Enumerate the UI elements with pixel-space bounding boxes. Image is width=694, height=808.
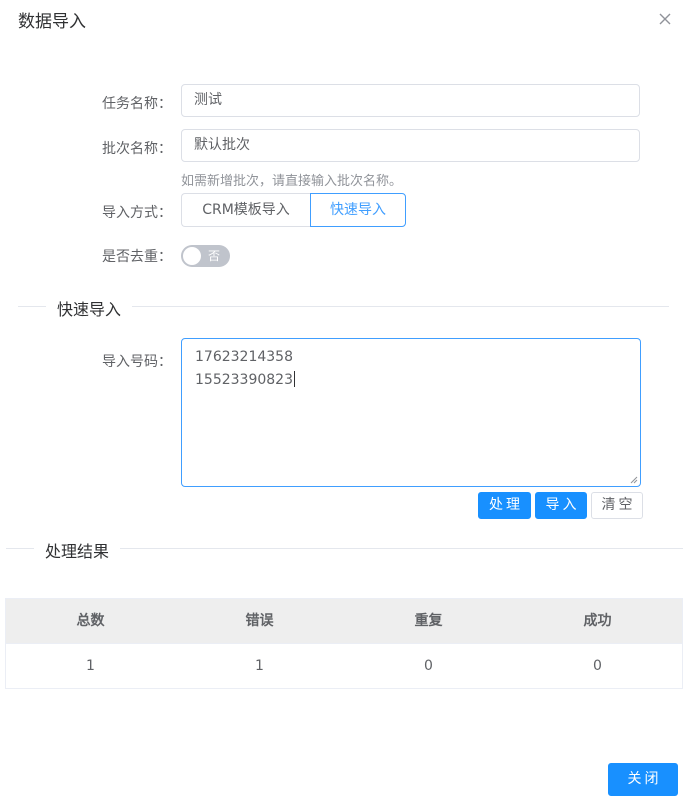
switch-state-text: 否 [208, 249, 221, 263]
dedupe-label: 是否去重： [102, 249, 172, 265]
import-button[interactable]: 导入 [535, 492, 587, 519]
column-header-success: 成功 [583, 613, 612, 629]
radio-quick-import[interactable]: 快速导入 [310, 193, 406, 227]
results-section-title: 处理结果 [34, 538, 121, 562]
column-header-errors: 错误 [245, 613, 274, 629]
results-table: 总数 错误 重复 成功 1 1 0 0 [5, 598, 683, 689]
close-button[interactable]: 关闭 [608, 763, 678, 796]
import-mode-label: 导入方式： [102, 205, 172, 221]
text-caret [293, 371, 295, 387]
table-row: 1 1 0 0 [6, 644, 682, 688]
task-name-input[interactable]: 测试 [181, 84, 640, 117]
batch-name-label: 批次名称： [102, 141, 172, 157]
column-header-total: 总数 [76, 613, 105, 629]
batch-name-hint: 如需新增批次，请直接输入批次名称。 [181, 174, 403, 189]
process-button[interactable]: 处理 [478, 492, 531, 519]
clear-button[interactable]: 清空 [591, 492, 643, 519]
dialog-title: 数据导入 [18, 12, 86, 32]
import-numbers-textarea[interactable]: 17623214358 15523390823 [181, 338, 641, 487]
cell-total: 1 [86, 658, 95, 674]
batch-name-input[interactable]: 默认批次 [181, 129, 640, 162]
close-icon[interactable] [656, 10, 674, 28]
table-header: 总数 错误 重复 成功 [6, 599, 682, 644]
import-mode-radio-group: CRM模板导入 快速导入 [181, 193, 406, 227]
radio-crm-template-import[interactable]: CRM模板导入 [181, 193, 310, 227]
number-line: 17623214358 [195, 349, 293, 365]
cell-success: 0 [593, 658, 602, 674]
quick-import-section-title: 快速导入 [46, 296, 133, 320]
number-line: 15523390823 [195, 372, 293, 388]
cell-duplicates: 0 [424, 658, 433, 674]
dedupe-switch[interactable]: 否 [181, 245, 230, 267]
column-header-duplicates: 重复 [414, 613, 443, 629]
resize-handle-icon[interactable] [630, 476, 638, 484]
cell-errors: 1 [255, 658, 264, 674]
task-name-label: 任务名称： [102, 96, 172, 112]
import-numbers-label: 导入号码： [102, 354, 172, 370]
switch-knob [183, 247, 201, 265]
